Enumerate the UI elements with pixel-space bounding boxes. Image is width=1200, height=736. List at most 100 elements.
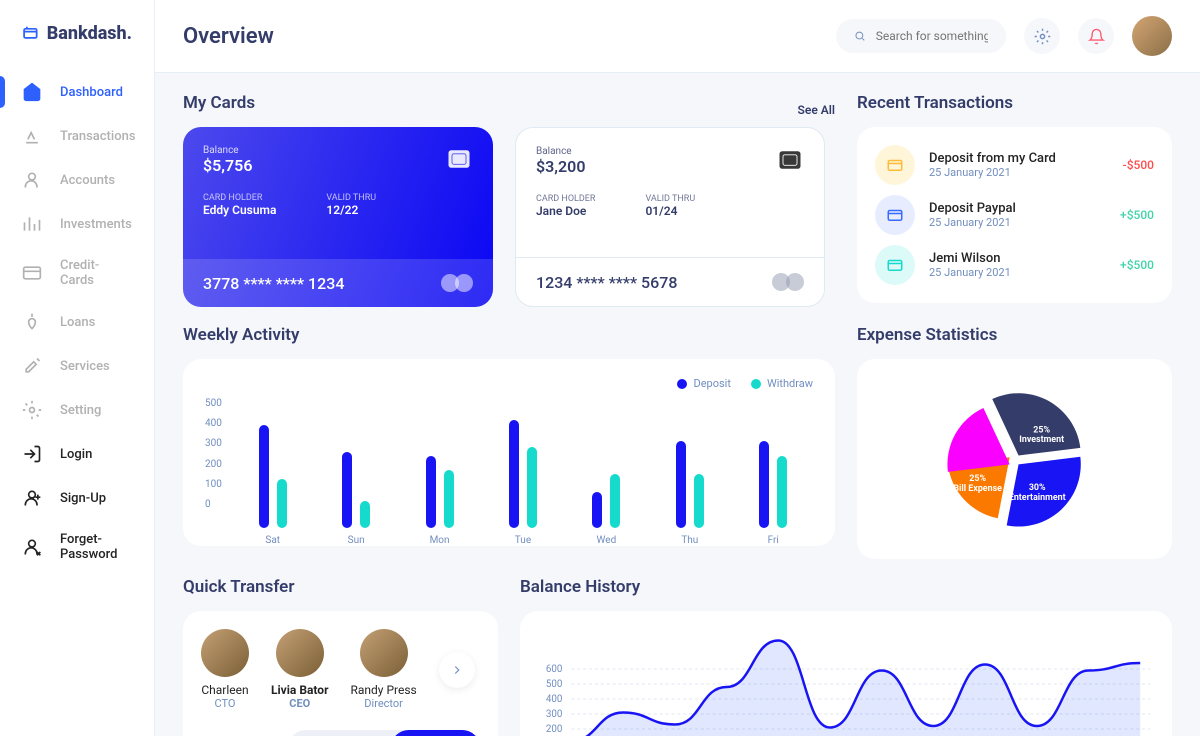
user-avatar[interactable]	[1132, 16, 1172, 56]
sidebar-item-loans[interactable]: Loans	[0, 300, 154, 344]
sidebar: Bankdash. Dashboard Transactions Accounts I…	[0, 0, 155, 736]
legend-withdraw: Withdraw	[767, 377, 813, 390]
valid-value: 12/22	[326, 203, 376, 217]
see-all-link[interactable]: See All	[798, 103, 835, 117]
transaction-icon	[875, 145, 915, 185]
settings-button[interactable]	[1024, 18, 1060, 54]
weekly-activity-title: Weekly Activity	[183, 325, 835, 345]
contact[interactable]: Livia BatorCEO	[271, 629, 328, 710]
my-cards-title: My Cards	[183, 93, 255, 113]
mastercard-icon	[772, 272, 804, 292]
logo[interactable]: Bankdash.	[0, 20, 154, 70]
balance-label: Balance	[536, 146, 585, 157]
nav-icon	[22, 356, 42, 376]
contact-name: Charleen	[201, 683, 249, 697]
bar-deposit	[342, 452, 352, 528]
bar-withdraw	[444, 470, 454, 528]
nav-label: Login	[60, 447, 92, 462]
transaction-item[interactable]: Deposit from my Card25 January 2021-$500	[875, 145, 1154, 185]
notifications-button[interactable]	[1078, 18, 1114, 54]
contact-name: Livia Bator	[271, 683, 328, 697]
expense-pie-chart: 25%Investment30%Entertainment20%Others25…	[857, 359, 1172, 559]
bar-withdraw	[527, 447, 537, 528]
legend-deposit: Deposit	[693, 377, 730, 390]
quick-transfer-section: Quick Transfer CharleenCTO Livia BatorCEO…	[183, 577, 498, 736]
nav-label: Transactions	[60, 129, 136, 144]
bar-withdraw	[277, 479, 287, 528]
bar-deposit	[676, 441, 686, 528]
nav-label: Forget-Password	[60, 532, 132, 562]
svg-text:300: 300	[546, 709, 563, 720]
sidebar-item-transactions[interactable]: Transactions	[0, 114, 154, 158]
contact-avatar	[201, 629, 249, 677]
next-contact-button[interactable]	[439, 652, 475, 688]
nav-icon	[22, 263, 42, 283]
bar-label: Mon	[430, 535, 450, 546]
balance-history-section: Balance History 0100200300400500600JulAu…	[520, 577, 1172, 736]
brand-name: Bankdash.	[47, 23, 132, 44]
transaction-amount: +$500	[1120, 208, 1154, 222]
weekly-bar-chart: 5004003002001000SatSunMonTueWedThuFri	[205, 398, 813, 528]
bar-deposit	[592, 492, 602, 528]
credit-card[interactable]: Balance$3,200CARD HOLDERJane DoeVALID TH…	[515, 127, 825, 307]
chart-legend: Deposit Withdraw	[205, 377, 813, 390]
nav-label: Accounts	[60, 173, 115, 188]
balance-value: $5,756	[203, 156, 252, 175]
transaction-title: Deposit Paypal	[929, 201, 1106, 216]
credit-card[interactable]: Balance$5,756CARD HOLDEREddy CusumaVALID…	[183, 127, 493, 307]
gear-icon	[1034, 28, 1051, 45]
sidebar-item-accounts[interactable]: Accounts	[0, 158, 154, 202]
svg-text:600: 600	[546, 664, 563, 675]
contact[interactable]: CharleenCTO	[201, 629, 249, 710]
transaction-date: 25 January 2021	[929, 216, 1106, 229]
nav-label: Sign-Up	[60, 491, 106, 506]
sidebar-item-credit-cards[interactable]: Credit-Cards	[0, 246, 154, 300]
search-input[interactable]	[876, 29, 988, 43]
my-cards-section: My Cards See All Balance$5,756CARD HOLDE…	[183, 93, 835, 307]
bar-withdraw	[360, 501, 370, 528]
transaction-item[interactable]: Deposit Paypal25 January 2021 +$500	[875, 195, 1154, 235]
nav-label: Loans	[60, 315, 95, 330]
sidebar-item-sign-up[interactable]: Sign-Up	[0, 476, 154, 520]
holder-name: Eddy Cusuma	[203, 203, 276, 217]
contact-avatar	[276, 629, 324, 677]
nav-icon	[22, 82, 42, 102]
transaction-amount: +$500	[1120, 258, 1154, 272]
sidebar-item-investments[interactable]: Investments	[0, 202, 154, 246]
sidebar-item-forget-password[interactable]: Forget-Password	[0, 520, 154, 574]
sidebar-item-dashboard[interactable]: Dashboard	[0, 70, 154, 114]
svg-text:500: 500	[546, 679, 563, 690]
nav-icon	[22, 170, 42, 190]
search-box[interactable]	[836, 19, 1006, 53]
nav-icon	[22, 488, 42, 508]
quick-transfer-title: Quick Transfer	[183, 577, 498, 597]
bar-deposit	[509, 420, 519, 528]
transaction-item[interactable]: Jemi Wilson25 January 2021+$500	[875, 245, 1154, 285]
sidebar-item-setting[interactable]: Setting	[0, 388, 154, 432]
chip-icon	[776, 146, 804, 174]
bar-withdraw	[694, 474, 704, 528]
header: Overview	[155, 0, 1200, 73]
bar-deposit	[259, 425, 269, 528]
sidebar-item-services[interactable]: Services	[0, 344, 154, 388]
transaction-amount: -$500	[1123, 158, 1154, 172]
chevron-right-icon	[450, 663, 464, 677]
amount-input[interactable]	[288, 731, 368, 736]
logo-icon	[22, 20, 39, 46]
contact[interactable]: Randy PressDirector	[350, 629, 416, 710]
contact-avatar	[360, 629, 408, 677]
chip-icon	[445, 145, 473, 173]
nav-icon	[22, 214, 42, 234]
nav: Dashboard Transactions Accounts Investments…	[0, 70, 154, 574]
send-button[interactable]: Send	[391, 730, 480, 736]
holder-label: CARD HOLDER	[203, 193, 276, 203]
balance-label: Balance	[203, 145, 252, 156]
balance-history-title: Balance History	[520, 577, 1172, 597]
nav-icon	[22, 312, 42, 332]
nav-label: Services	[60, 359, 110, 374]
recent-transactions-section: Recent Transactions Deposit from my Card…	[857, 93, 1172, 307]
transaction-title: Deposit from my Card	[929, 151, 1109, 166]
bar-withdraw	[777, 456, 787, 528]
sidebar-item-login[interactable]: Login	[0, 432, 154, 476]
expense-statistics-title: Expense Statistics	[857, 325, 1172, 345]
